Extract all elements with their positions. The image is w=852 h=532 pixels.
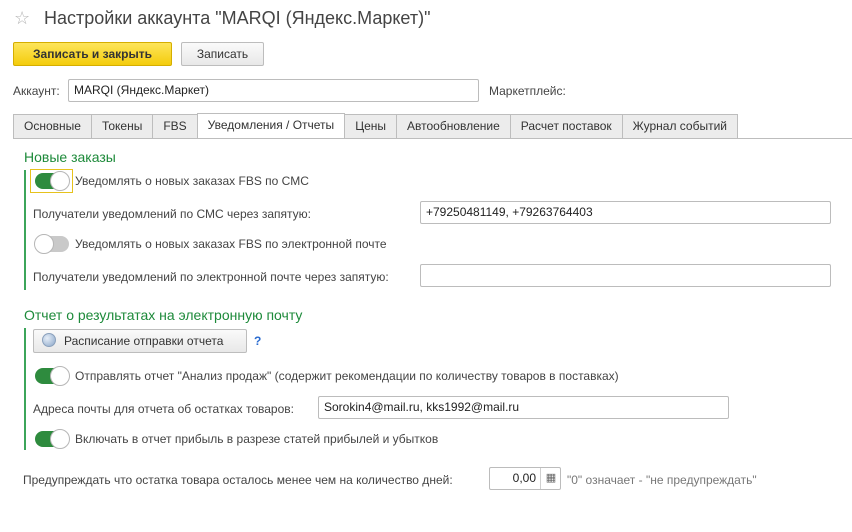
sales-report-label: Отправлять отчет "Анализ продаж" (содерж… [75,369,619,383]
profit-toggle-label: Включать в отчет прибыль в разрезе стате… [75,432,439,446]
tab-fbs[interactable]: FBS [152,114,198,138]
tab-bar: Основные Токены FBS Уведомления / Отчеты… [13,113,738,139]
toggle-knob [34,234,54,254]
tab-event-log[interactable]: Журнал событий [621,114,738,138]
sms-recipients-label: Получатели уведомлений по СМС через запя… [33,207,312,221]
tab-divider [13,138,852,139]
star-icon[interactable]: ☆ [14,8,30,29]
toggle-knob [50,429,70,449]
email-toggle[interactable] [34,234,69,254]
stock-emails-field[interactable]: Sorokin4@mail.ru, kks1992@mail.ru [318,396,729,419]
days-value: 0,00 [512,471,536,485]
tab-main[interactable]: Основные [13,114,92,138]
help-icon[interactable]: ? [254,334,261,348]
sales-report-toggle[interactable] [35,366,70,386]
save-and-close-button[interactable]: Записать и закрыть [13,42,172,66]
sms-recipients-field[interactable]: +79250481149, +79263764403 [420,201,831,224]
sms-toggle-label: Уведомлять о новых заказах FBS по СМС [75,174,309,188]
tab-notifications-reports[interactable]: Уведомления / Отчеты [196,113,346,139]
sms-toggle[interactable] [35,171,70,191]
globe-icon [42,333,56,347]
section-bar [24,170,26,290]
schedule-button[interactable]: Расписание отправки отчета [33,329,247,353]
account-field[interactable]: MARQI (Яндекс.Маркет) [68,79,479,102]
new-orders-heading: Новые заказы [24,149,116,165]
calculator-icon[interactable]: ▦ [540,468,561,489]
profit-toggle[interactable] [35,429,70,449]
toggle-knob [50,366,70,386]
tab-prices[interactable]: Цены [344,114,397,138]
marketplace-label: Маркетплейс: [489,84,566,98]
email-recipients-field[interactable] [420,264,831,287]
save-button[interactable]: Записать [181,42,264,66]
tab-autoupdate[interactable]: Автообновление [396,114,511,138]
stock-emails-label: Адреса почты для отчета об остатках това… [33,402,294,416]
warning-hint: "0" означает - "не предупреждать" [567,473,757,487]
tab-tokens[interactable]: Токены [90,114,154,138]
toggle-knob [50,171,70,191]
report-heading: Отчет о результатах на электронную почту [24,307,303,323]
account-label: Аккаунт: [13,84,60,98]
tab-supply-calculation[interactable]: Расчет поставок [509,114,623,138]
schedule-button-label: Расписание отправки отчета [64,334,224,348]
email-recipients-label: Получатели уведомлений по электронной по… [33,270,389,284]
section-bar [24,328,26,450]
warning-label: Предупреждать что остатка товара осталос… [23,473,453,487]
window-title: Настройки аккаунта "MARQI (Яндекс.Маркет… [44,8,431,28]
email-toggle-label: Уведомлять о новых заказах FBS по электр… [75,237,387,251]
